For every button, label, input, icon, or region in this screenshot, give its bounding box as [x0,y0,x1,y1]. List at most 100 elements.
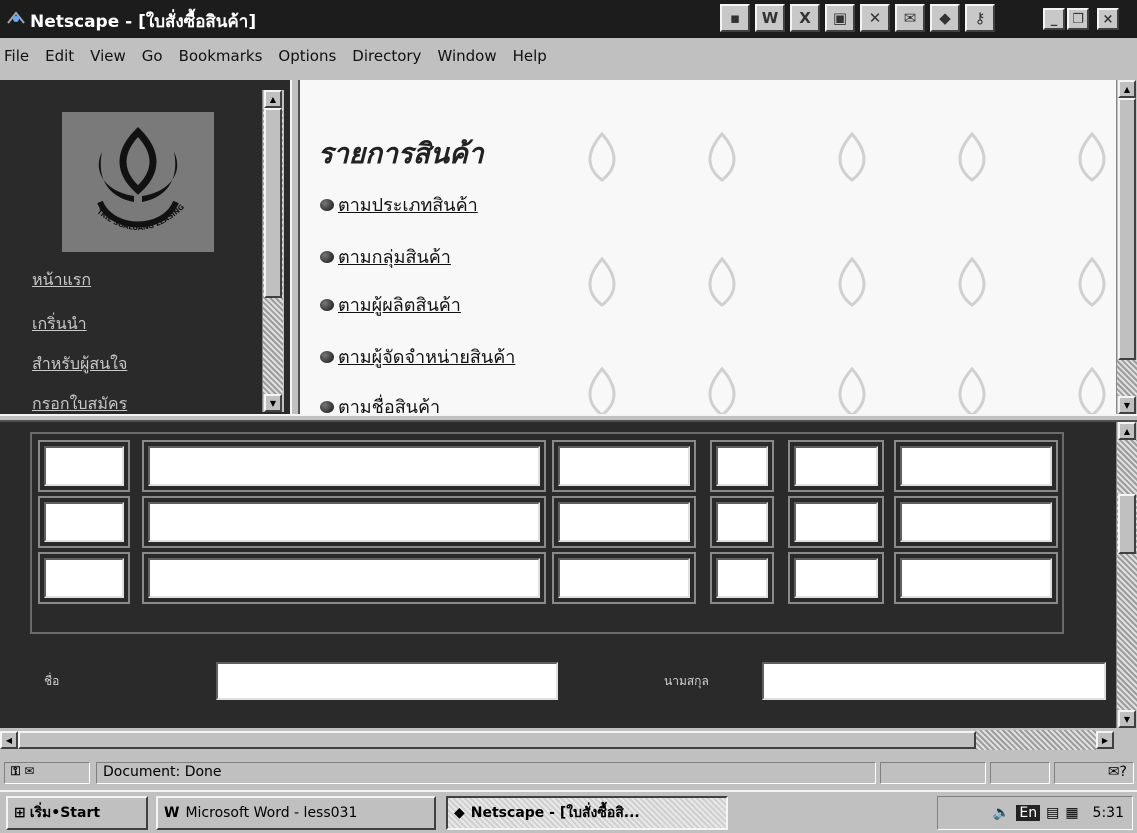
order-field-price[interactable] [794,502,878,542]
menu-window[interactable]: Window [437,47,496,65]
order-field-qty[interactable] [716,502,768,542]
scroll-left-arrow-icon[interactable]: ◀ [0,731,18,749]
scroll-right-arrow-icon[interactable]: ▶ [1096,731,1114,749]
scroll-up-arrow-icon[interactable]: ▲ [264,90,282,108]
watermark-icon [958,366,986,414]
order-field-total[interactable] [900,558,1052,598]
order-field-product[interactable] [148,502,540,542]
taskbar-item-label: Netscape - [ใบสั่งซื้อสิ... [470,805,640,821]
menu-directory[interactable]: Directory [352,47,421,65]
link-by-group[interactable]: ตามกลุ่มสินค้า [338,242,451,271]
toolbar-app-icon-1[interactable]: ▪ [720,4,750,32]
minimize-button[interactable]: _ [1043,8,1065,30]
book-icon[interactable]: ◆ [930,4,960,32]
catalog-scrollbar[interactable]: ▲ ▼ [1116,80,1137,414]
menu-view[interactable]: View [90,47,126,65]
menu-help[interactable]: Help [513,47,547,65]
watermark-icon [588,131,616,182]
key-icon[interactable]: ⚷ [965,4,995,32]
table-cell [710,552,774,604]
first-name-field[interactable] [216,662,558,700]
menu-options[interactable]: Options [278,47,336,65]
maximize-button[interactable]: ❐ [1067,8,1089,30]
schedule-icon[interactable]: ✕ [860,4,890,32]
word-icon[interactable]: W [755,4,785,32]
scroll-thumb[interactable] [18,731,976,749]
security-key-icon[interactable]: ⚿ ✉ [4,762,90,784]
first-name-label: ชื่อ [44,674,60,688]
order-field-product[interactable] [148,558,540,598]
order-field-product[interactable] [148,446,540,486]
nav-link-home[interactable]: หน้าแรก [32,268,91,293]
watermark-icon [838,366,866,414]
title-bar[interactable]: Netscape - [ใบสั่งซื้อสินค้า] ▪ W X ▣ ✕ … [0,0,1137,38]
scroll-thumb[interactable] [264,108,282,298]
order-field-unit[interactable] [558,446,690,486]
scroll-up-arrow-icon[interactable]: ▲ [1118,422,1136,440]
menu-bar: File Edit View Go Bookmarks Options Dire… [0,38,1137,74]
nav-link-intro[interactable]: เกริ่นนำ [32,312,87,337]
language-indicator[interactable]: En [1016,805,1041,821]
order-field-total[interactable] [900,446,1052,486]
scroll-thumb[interactable] [1118,98,1136,360]
menu-file[interactable]: File [4,47,29,65]
taskbar-item-word[interactable]: W Microsoft Word - less031 [156,796,436,830]
order-field-unit[interactable] [558,502,690,542]
network-icon[interactable]: ▤ [1046,805,1059,821]
table-cell [142,440,546,492]
menu-edit[interactable]: Edit [45,47,74,65]
nav-link-apply[interactable]: กรอกใบสมัคร [32,392,127,414]
form-horizontal-scrollbar[interactable]: ◀ ▶ [0,730,1116,750]
order-field-code[interactable] [44,502,124,542]
tray-app-icon[interactable]: ▦ [1065,805,1078,821]
table-cell [894,496,1058,548]
form-scrollbar[interactable]: ▲ ▼ [1116,422,1137,728]
catalog-frame: รายการสินค้า ตามประเภทสินค้า ตามกลุ่มสิน… [300,80,1116,414]
mail-icon[interactable]: ✉ [895,4,925,32]
nav-scrollbar[interactable]: ▲ ▼ [262,90,284,412]
frame-divider-horizontal[interactable] [0,414,1137,422]
order-field-price[interactable] [794,558,878,598]
last-name-field[interactable] [762,662,1106,700]
powerpoint-icon[interactable]: ▣ [825,4,855,32]
mail-status-icon[interactable]: ✉? [1054,762,1134,784]
bullet-icon [320,298,334,311]
start-button[interactable]: ⊞ เริ่ม•Start [6,796,148,830]
bullet-icon [320,198,334,211]
order-field-qty[interactable] [716,446,768,486]
link-by-distributor[interactable]: ตามผู้จัดจำหน่ายสินค้า [338,342,515,371]
scroll-down-arrow-icon[interactable]: ▼ [1118,710,1136,728]
last-name-label: นามสกุล [664,674,709,688]
speaker-icon[interactable]: 🔈 [993,805,1010,821]
close-button[interactable]: × [1097,8,1119,30]
table-cell [38,552,130,604]
menu-bookmarks[interactable]: Bookmarks [179,47,263,65]
scroll-track [1117,440,1137,710]
scroll-thumb[interactable] [1118,494,1136,554]
order-field-price[interactable] [794,446,878,486]
nav-link-interested[interactable]: สำหรับผู้สนใจ [32,352,127,377]
link-by-name[interactable]: ตามชื่อสินค้า [338,392,440,414]
watermark-icon [1078,131,1106,182]
order-field-code[interactable] [44,558,124,598]
order-field-total[interactable] [900,502,1052,542]
system-tray: 🔈 En ▤ ▦ 5:31 [937,796,1133,830]
status-panel [990,762,1050,784]
taskbar-item-netscape[interactable]: ◆ Netscape - [ใบสั่งซื้อสิ... [446,796,728,830]
link-by-manufacturer[interactable]: ตามผู้ผลิตสินค้า [338,290,461,319]
window-title: Netscape - [ใบสั่งซื้อสินค้า] [30,12,257,32]
table-cell [552,440,696,492]
scroll-down-arrow-icon[interactable]: ▼ [1118,396,1136,414]
link-by-category[interactable]: ตามประเภทสินค้า [338,190,478,219]
excel-icon[interactable]: X [790,4,820,32]
scroll-down-arrow-icon[interactable]: ▼ [264,394,282,412]
catalog-heading: รายการสินค้า [318,137,484,170]
frame-divider-vertical[interactable] [290,80,300,418]
order-field-code[interactable] [44,446,124,486]
menu-go[interactable]: Go [142,47,163,65]
order-field-unit[interactable] [558,558,690,598]
scroll-up-arrow-icon[interactable]: ▲ [1118,80,1136,98]
table-cell [894,552,1058,604]
order-field-qty[interactable] [716,558,768,598]
catalog-item: ตามผู้จัดจำหน่ายสินค้า [320,342,515,371]
